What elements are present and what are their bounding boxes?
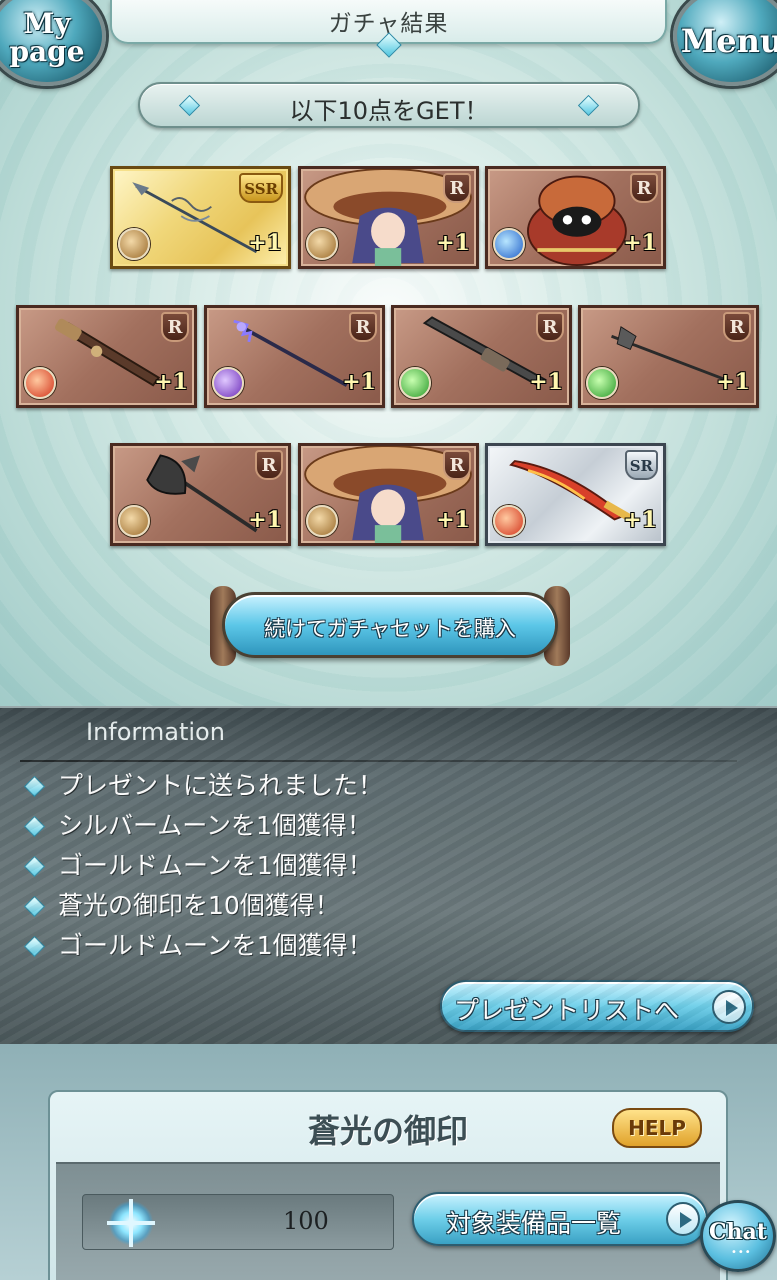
item-count: +1 [716, 369, 750, 395]
play-arrow-icon [666, 1202, 700, 1236]
diamond-gem-icon [23, 855, 46, 878]
target-equipment-list-button[interactable]: 対象装備品一覧 [412, 1192, 708, 1246]
result-item-card[interactable]: SSR +1 [110, 166, 291, 269]
blue-star-icon [109, 1199, 153, 1247]
rarity-badge: R [255, 450, 283, 480]
gacha-result-scene: ガチャ結果 My page Menu 以下10点をGET！ SSR +1 R +… [0, 0, 777, 706]
item-count: +1 [154, 369, 188, 395]
result-item-card[interactable]: R +1 [110, 443, 291, 546]
fire-element-icon [493, 505, 525, 537]
play-arrow-icon [712, 990, 746, 1024]
seal-section: 蒼光の御印 HELP 100 対象装備品一覧 [0, 1044, 777, 1280]
present-list-button[interactable]: プレゼントリストへ [440, 980, 754, 1032]
diamond-gem-icon [23, 815, 46, 838]
dark-element-icon [212, 367, 244, 399]
rarity-badge: R [349, 312, 377, 342]
list-item: 蒼光の御印を10個獲得！ [22, 886, 383, 926]
wind-element-icon [586, 367, 618, 399]
chat-label: Chat [709, 1219, 767, 1245]
chat-button[interactable]: Chat ••• [700, 1200, 776, 1272]
get-banner: 以下10点をGET！ [138, 82, 640, 128]
information-panel: Information プレゼントに送られました！ シルバームーンを1個獲得！ … [0, 706, 777, 1044]
seal-quantity: 100 [283, 1207, 329, 1235]
earth-element-icon [306, 228, 338, 260]
rarity-badge: R [630, 173, 658, 203]
help-button[interactable]: HELP [612, 1108, 702, 1148]
item-count: +1 [248, 230, 282, 256]
item-count: +1 [623, 507, 657, 533]
my-page-label-line1: My [23, 7, 71, 40]
seal-panel: 蒼光の御印 HELP 100 対象装備品一覧 [48, 1090, 728, 1280]
divider [20, 760, 737, 762]
my-page-label-line2: page [9, 35, 85, 68]
get-banner-text: 以下10点をGET！ [289, 97, 489, 125]
message-text: プレゼントに送られました！ [58, 771, 384, 800]
present-list-label: プレゼントリストへ [454, 996, 680, 1025]
rarity-badge: SSR [239, 173, 283, 203]
message-text: ゴールドムーンを1個獲得！ [58, 851, 373, 880]
rarity-badge: R [536, 312, 564, 342]
result-item-card[interactable]: R +1 [298, 166, 479, 269]
earth-element-icon [118, 228, 150, 260]
seal-quantity-box: 100 [82, 1194, 394, 1250]
my-page-button[interactable]: My page [0, 0, 106, 86]
item-count: +1 [436, 230, 470, 256]
continue-gacha-button[interactable]: 続けてガチャセットを購入 [222, 592, 558, 658]
menu-label: Menu [680, 22, 777, 60]
result-item-card[interactable]: R +1 [204, 305, 385, 408]
menu-button[interactable]: Menu [673, 0, 777, 86]
item-count: +1 [248, 507, 282, 533]
item-count: +1 [342, 369, 376, 395]
diamond-gem-icon [23, 775, 46, 798]
continue-gacha-label: 続けてガチャセットを購入 [264, 617, 516, 641]
wind-element-icon [399, 367, 431, 399]
rarity-badge: SR [624, 450, 658, 480]
list-item: プレゼントに送られました！ [22, 766, 383, 806]
rarity-badge: R [723, 312, 751, 342]
chat-dots-icon: ••• [731, 1247, 752, 1258]
information-heading: Information [86, 718, 225, 746]
rarity-badge: R [443, 173, 471, 203]
earth-element-icon [118, 505, 150, 537]
item-count: +1 [436, 507, 470, 533]
target-equipment-list-label: 対象装備品一覧 [446, 1209, 622, 1238]
item-count: +1 [529, 369, 563, 395]
item-count: +1 [623, 230, 657, 256]
result-item-card[interactable]: R +1 [578, 305, 759, 408]
message-text: シルバームーンを1個獲得！ [58, 811, 372, 840]
list-item: シルバームーンを1個獲得！ [22, 806, 383, 846]
fire-element-icon [24, 367, 56, 399]
result-item-card[interactable]: SR +1 [485, 443, 666, 546]
earth-element-icon [306, 505, 338, 537]
rarity-badge: R [443, 450, 471, 480]
result-item-card[interactable]: R +1 [298, 443, 479, 546]
result-item-card[interactable]: R +1 [391, 305, 572, 408]
diamond-gem-icon [23, 895, 46, 918]
result-item-card[interactable]: R +1 [485, 166, 666, 269]
list-item: ゴールドムーンを1個獲得！ [22, 846, 383, 886]
continue-gacha-control: 続けてガチャセットを購入 [210, 586, 570, 666]
diamond-gem-icon [23, 935, 46, 958]
list-item: ゴールドムーンを1個獲得！ [22, 926, 383, 966]
information-message-list: プレゼントに送られました！ シルバームーンを1個獲得！ ゴールドムーンを1個獲得… [22, 766, 383, 966]
water-element-icon [493, 228, 525, 260]
title-bar: ガチャ結果 [110, 0, 667, 58]
message-text: ゴールドムーンを1個獲得！ [58, 931, 373, 960]
seal-detail: 100 対象装備品一覧 [56, 1162, 720, 1280]
message-text: 蒼光の御印を10個獲得！ [58, 891, 340, 920]
result-item-card[interactable]: R +1 [16, 305, 197, 408]
rarity-badge: R [161, 312, 189, 342]
